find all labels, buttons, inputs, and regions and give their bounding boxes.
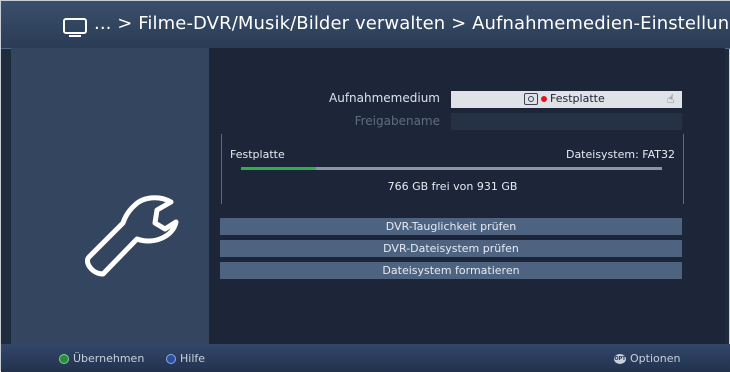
- options-label: Optionen: [630, 352, 681, 365]
- record-dot-icon: [541, 95, 547, 102]
- wrench-icon: [85, 195, 179, 277]
- hand-icon: ☝: [667, 92, 675, 106]
- tv-icon: [63, 18, 87, 37]
- recording-medium-value: Festplatte: [550, 92, 605, 105]
- check-dvr-suitability-button[interactable]: DVR-Tauglichkeit prüfen: [220, 218, 682, 235]
- share-name-field: [451, 113, 682, 130]
- settings-screen: ... > Filme-DVR/Musik/Bilder verwalten >…: [0, 0, 730, 372]
- disk-usage-bar: [241, 167, 662, 170]
- footer-bar: Übernehmen Hilfe OPT Optionen: [1, 344, 730, 372]
- green-button-icon: [59, 353, 69, 364]
- recording-medium-select[interactable]: Festplatte ☝: [451, 91, 682, 108]
- hdd-icon: [524, 92, 538, 105]
- disk-usage-fill: [241, 167, 316, 170]
- disk-name: Festplatte: [230, 148, 285, 161]
- options-button-icon: OPT: [614, 353, 626, 364]
- options-hint[interactable]: OPT Optionen: [614, 352, 680, 365]
- help-hint[interactable]: Hilfe: [166, 352, 205, 365]
- disk-free-text: 766 GB frei von 931 GB: [387, 180, 518, 193]
- recording-medium-label: Aufnahmemedium: [329, 91, 440, 105]
- title-bar: ... > Filme-DVR/Musik/Bilder verwalten >…: [1, 1, 730, 49]
- format-filesystem-button[interactable]: Dateisystem formatieren: [220, 262, 682, 279]
- breadcrumb: ... > Filme-DVR/Musik/Bilder verwalten >…: [94, 13, 730, 34]
- apply-hint[interactable]: Übernehmen: [59, 352, 144, 365]
- disk-info-box: Festplatte Dateisystem: FAT32 766 GB fre…: [221, 134, 684, 204]
- left-panel: [11, 48, 209, 344]
- help-label: Hilfe: [180, 352, 206, 365]
- blue-button-icon: [166, 353, 176, 364]
- disk-filesystem: Dateisystem: FAT32: [565, 148, 675, 161]
- share-name-label: Freigabename: [354, 114, 440, 128]
- check-dvr-filesystem-button[interactable]: DVR-Dateisystem prüfen: [220, 240, 682, 257]
- apply-label: Übernehmen: [73, 352, 145, 365]
